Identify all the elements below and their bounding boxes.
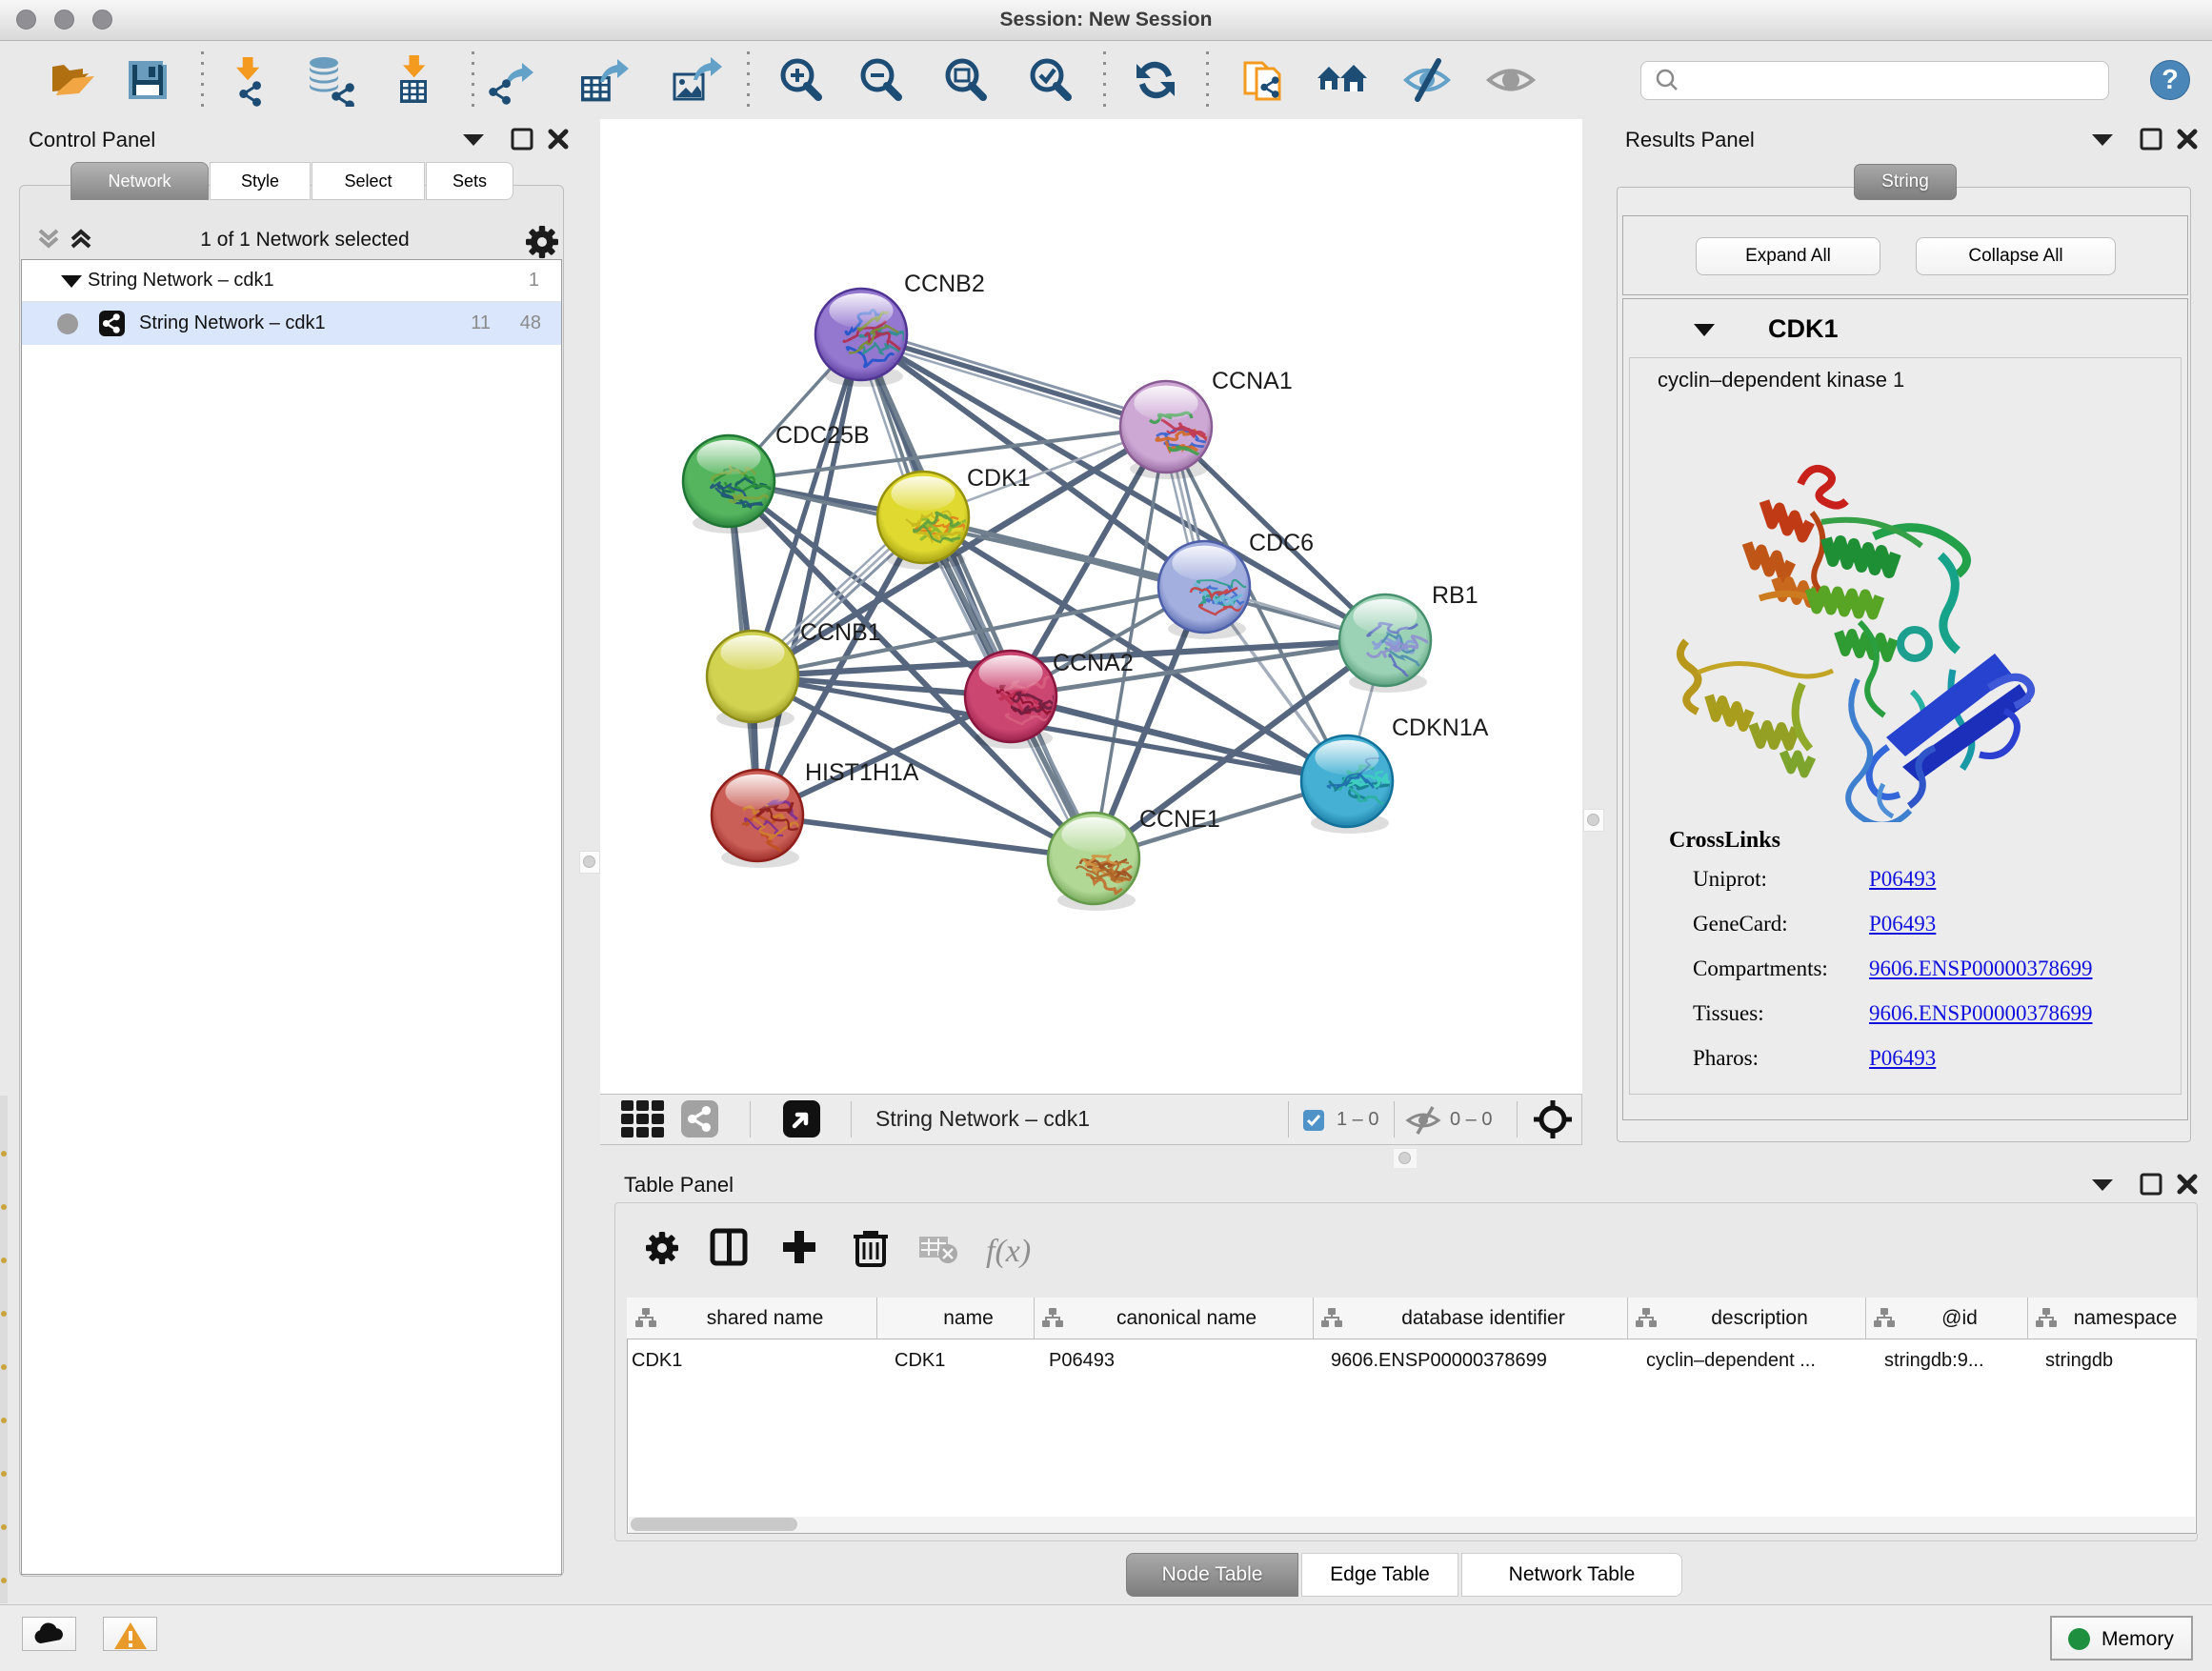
- svg-text:CDC25B: CDC25B: [775, 422, 870, 449]
- svg-text:CCNA1: CCNA1: [1212, 368, 1293, 394]
- svg-text:CCNA2: CCNA2: [1053, 650, 1134, 676]
- svg-text:CCNB2: CCNB2: [904, 271, 985, 297]
- svg-text:HIST1H1A: HIST1H1A: [805, 759, 919, 786]
- svg-text:CCNB1: CCNB1: [800, 619, 881, 646]
- svg-text:f(x): f(x): [986, 1234, 1031, 1269]
- svg-text:CDK1: CDK1: [967, 465, 1031, 492]
- svg-text:CCNE1: CCNE1: [1139, 806, 1220, 833]
- svg-text:CDKN1A: CDKN1A: [1392, 715, 1489, 741]
- svg-text:RB1: RB1: [1432, 582, 1478, 609]
- svg-text:CDC6: CDC6: [1249, 530, 1314, 556]
